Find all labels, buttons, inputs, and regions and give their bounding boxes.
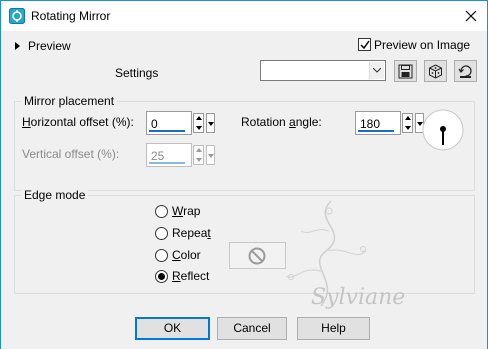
edge-mode-title: Edge mode xyxy=(21,188,89,202)
cancel-button[interactable]: Cancel xyxy=(217,317,287,340)
horizontal-offset-stepper[interactable] xyxy=(193,113,204,133)
dialog-content: Preview Preview on Image Settings Mirror… xyxy=(1,31,487,349)
horizontal-offset-input[interactable]: 0 xyxy=(146,111,192,135)
randomize-button[interactable] xyxy=(424,60,447,82)
watermark-signature: Sylviane xyxy=(311,285,406,310)
randomize-icon xyxy=(429,64,442,79)
edge-mode-reflect-label: Reflect xyxy=(172,269,210,283)
help-button[interactable]: Help xyxy=(297,317,370,340)
angle-dial[interactable] xyxy=(422,109,464,151)
rotation-angle-input[interactable]: 180 xyxy=(355,111,401,135)
save-preset-button[interactable] xyxy=(394,60,417,82)
rotation-angle-label: Rotation angle: xyxy=(241,115,322,129)
reset-icon xyxy=(458,65,472,78)
edge-mode-repeat-label: Repeat xyxy=(172,226,211,240)
preview-label: Preview xyxy=(28,39,71,53)
chevron-down-icon xyxy=(373,68,381,73)
horizontal-offset-label: Horizontal offset (%): xyxy=(22,115,134,129)
rotation-angle-spinner[interactable]: 180 xyxy=(355,111,425,135)
dropdown-arrow[interactable] xyxy=(369,62,384,79)
close-icon xyxy=(465,10,477,22)
radio-circle[interactable] xyxy=(155,248,168,262)
window-title: Rotating Mirror xyxy=(31,9,111,23)
mirror-placement-title: Mirror placement xyxy=(21,94,118,108)
dialog-window: Rotating Mirror Preview Preview on Image… xyxy=(0,0,488,349)
horizontal-offset-spinner[interactable]: 0 xyxy=(146,111,216,135)
edge-mode-wrap-label: Wrap xyxy=(172,204,201,218)
watermark-swirl xyxy=(285,200,367,307)
vertical-offset-stepper xyxy=(193,145,204,165)
vertical-offset-input: 25 xyxy=(146,143,192,167)
edge-mode-repeat-radio[interactable]: Repeat xyxy=(155,226,211,240)
edge-mode-wrap-radio[interactable]: Wrap xyxy=(155,204,200,218)
checkmark-icon xyxy=(360,40,370,50)
radio-circle-selected[interactable] xyxy=(155,269,168,283)
radio-circle[interactable] xyxy=(155,226,168,240)
edge-mode-color-label: Color xyxy=(172,248,201,262)
settings-dropdown[interactable] xyxy=(260,60,386,81)
reset-button[interactable] xyxy=(454,60,477,82)
preview-toggle[interactable]: Preview xyxy=(15,38,71,54)
edge-mode-color-radio[interactable]: Color xyxy=(155,248,201,262)
rotation-angle-stepper[interactable] xyxy=(402,113,413,133)
no-color-icon xyxy=(248,247,266,265)
preview-on-image-label: Preview on Image xyxy=(374,38,471,52)
close-button[interactable] xyxy=(459,4,483,28)
settings-label: Settings xyxy=(115,66,159,80)
vertical-offset-spinner: 25 xyxy=(146,143,216,167)
expand-triangle-icon xyxy=(15,42,20,50)
ok-button[interactable]: OK xyxy=(135,317,210,340)
horizontal-offset-dropdown[interactable] xyxy=(206,113,215,133)
vertical-offset-label: Vertical offset (%): xyxy=(22,147,120,161)
edge-mode-reflect-radio[interactable]: Reflect xyxy=(155,269,209,283)
edge-color-swatch[interactable] xyxy=(229,242,286,269)
save-icon xyxy=(398,64,413,79)
title-bar[interactable]: Rotating Mirror xyxy=(1,1,487,31)
radio-circle[interactable] xyxy=(155,204,168,218)
vertical-offset-dropdown xyxy=(206,145,215,165)
app-icon xyxy=(9,8,25,24)
preview-on-image-checkbox[interactable] xyxy=(358,38,371,51)
